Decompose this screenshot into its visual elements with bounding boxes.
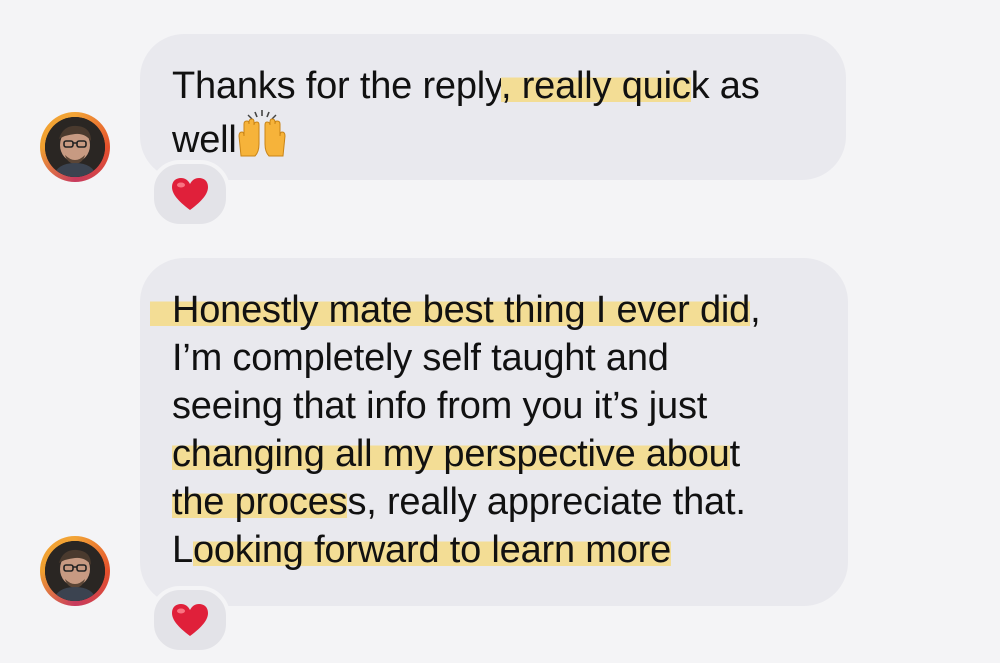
person-icon [45, 117, 105, 177]
text-segment: t [729, 433, 741, 475]
message-line: Honestly mate best thing I ever did, [150, 286, 848, 334]
person-icon [45, 541, 105, 601]
raising-hands-icon [238, 110, 286, 157]
highlighted-segment: ooking forward to learn more [192, 529, 672, 571]
message-line: the process, really appreciate that. [172, 478, 848, 526]
avatar-photo [45, 117, 105, 177]
message-line: I’m completely self taught and [172, 334, 848, 382]
text-segment: Thanks for the reply [172, 65, 502, 107]
heart-icon [172, 178, 208, 210]
reaction-badge[interactable] [150, 586, 230, 654]
message-line: well [172, 110, 846, 161]
text-segment: s, really appreciate that. [347, 481, 746, 523]
avatar[interactable] [40, 112, 110, 182]
heart-icon [172, 604, 208, 636]
avatar[interactable] [40, 536, 110, 606]
text-segment: L [172, 529, 193, 571]
text-segment: k as [690, 65, 760, 107]
highlighted-segment: , really quic [501, 65, 691, 107]
reaction-badge[interactable] [150, 160, 230, 228]
highlighted-segment: changing all my perspective abou [172, 433, 730, 475]
text-segment: , [750, 289, 761, 331]
message-line: Thanks for the reply, really quick as [172, 62, 846, 110]
text-segment: I’m completely self taught and [172, 337, 669, 379]
text-segment: seeing that info from you it’s just [172, 385, 708, 427]
message-bubble[interactable]: Honestly mate best thing I ever did, I’m… [140, 258, 848, 606]
message-bubble[interactable]: Thanks for the reply, really quick as we… [140, 34, 846, 180]
message-line: Looking forward to learn more [172, 526, 848, 574]
text-segment: well [172, 119, 237, 161]
highlighted-segment: Honestly mate best thing I ever did [150, 289, 750, 331]
highlighted-segment: the proces [172, 481, 348, 523]
avatar-photo [45, 541, 105, 601]
message-line: seeing that info from you it’s just [172, 382, 848, 430]
message-line: changing all my perspective about [172, 430, 848, 478]
